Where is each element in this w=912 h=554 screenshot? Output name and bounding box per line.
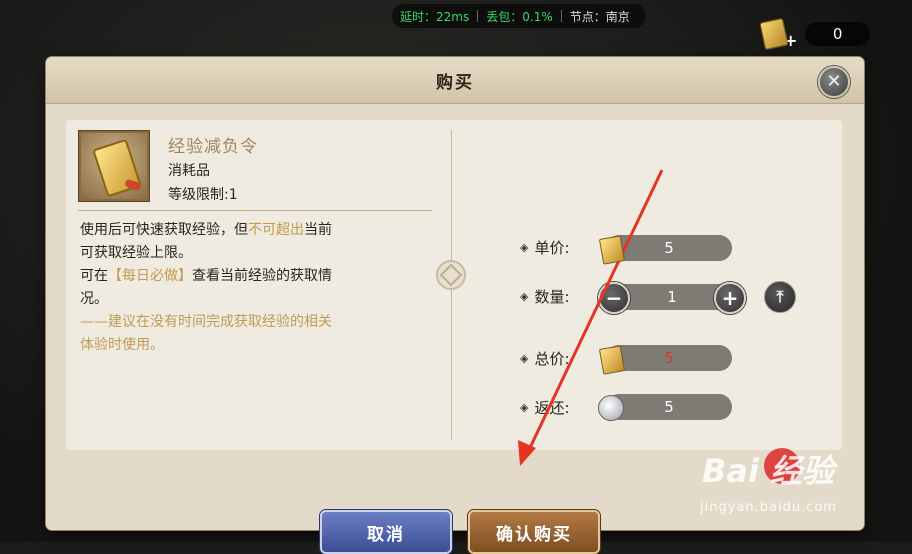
node-value: 南京 xyxy=(605,9,630,24)
baidu-watermark: Bai 经验 jingyan.baidu.com xyxy=(700,446,870,526)
item-name: 经验减负令 xyxy=(168,137,258,157)
currency-amount: 0 xyxy=(805,22,870,46)
item-description: 使用后可快速获取经验，但不可超出当前 可获取经验上限。 可在【每日必做】查看当前… xyxy=(80,219,434,357)
refund-label: 返还: xyxy=(534,399,570,417)
token-scroll-icon xyxy=(598,345,626,375)
total-price-value: 5 xyxy=(606,345,732,371)
refund-row: ◈ 返还: xyxy=(520,397,604,418)
token-scroll-icon xyxy=(759,17,789,51)
loss-label: 丢包： xyxy=(486,9,523,24)
network-status-bar: 延时：22ms 丢包：0.1% 节点：南京 xyxy=(392,4,646,28)
desc-line: 使用后可快速获取经验，但不可超出当前 xyxy=(80,219,434,242)
desc-line: 况。 xyxy=(80,291,108,307)
packet-loss-indicator: 丢包：0.1% xyxy=(478,8,561,25)
close-icon: ✕ xyxy=(826,71,842,92)
bullet-icon: ◈ xyxy=(520,241,529,254)
level-value: 1 xyxy=(228,187,238,203)
desc-line: 可在【每日必做】查看当前经验的获取情 xyxy=(80,265,434,288)
item-icon-frame xyxy=(78,130,150,202)
item-divider xyxy=(78,210,432,211)
ornament-icon xyxy=(436,260,466,290)
desc-line: 可获取经验上限。 xyxy=(80,245,192,261)
max-quantity-button[interactable]: ⤒ xyxy=(764,281,796,313)
currency-balance[interactable]: + 0 xyxy=(759,17,870,51)
latency-label: 延时： xyxy=(400,9,437,24)
confirm-purchase-button[interactable]: 确认购买 xyxy=(468,510,600,554)
desc-tip-line: 体验时使用。 xyxy=(80,337,164,353)
cancel-button[interactable]: 取消 xyxy=(320,510,452,554)
item-type: 消耗品 xyxy=(168,163,210,179)
unit-price-value: 5 xyxy=(606,235,732,261)
unit-price-label: 单价: xyxy=(534,239,570,257)
refund-value: 5 xyxy=(606,394,732,420)
desc-text: 查看当前经验的获取情 xyxy=(192,268,332,284)
watermark-main: Bai 经验 xyxy=(702,452,835,490)
token-scroll-icon xyxy=(598,235,626,265)
node-label: 节点： xyxy=(569,9,606,24)
level-label: 等级限制: xyxy=(168,187,229,203)
daily-task-link: 【每日必做】 xyxy=(108,268,192,284)
increase-quantity-button[interactable]: + xyxy=(714,282,746,314)
desc-highlight: 不可超出 xyxy=(248,222,304,238)
total-price-row: ◈ 总价: xyxy=(520,348,604,369)
quantity-label: 数量: xyxy=(534,288,570,306)
desc-text: 当前 xyxy=(304,222,332,238)
watermark-url: jingyan.baidu.com xyxy=(700,500,837,515)
latency-indicator: 延时：22ms xyxy=(392,8,477,25)
latency-value: 22ms xyxy=(436,9,470,24)
item-level-limit: 等级限制:1 xyxy=(168,184,238,204)
dialog-header: 购买 ✕ xyxy=(46,57,864,104)
quantity-row: ◈ 数量: xyxy=(520,286,604,307)
unit-price-row: ◈ 单价: xyxy=(520,237,604,258)
item-panel: 经验减负令 消耗品 等级限制:1 使用后可快速获取经验，但不可超出当前 可获取经… xyxy=(66,120,842,450)
decrease-quantity-button[interactable]: − xyxy=(598,282,630,314)
desc-text: 使用后可快速获取经验，但 xyxy=(80,222,248,238)
bullet-icon: ◈ xyxy=(520,352,529,365)
close-button[interactable]: ✕ xyxy=(818,66,850,98)
desc-text: 可在 xyxy=(80,268,108,284)
silver-coin-icon xyxy=(598,395,624,421)
loss-value: 0.1% xyxy=(522,9,553,24)
dialog-title: 购买 xyxy=(436,72,474,93)
server-node-indicator: 节点：南京 xyxy=(562,8,638,25)
item-token-icon xyxy=(81,133,147,199)
bullet-icon: ◈ xyxy=(520,401,529,414)
total-price-label: 总价: xyxy=(534,350,570,368)
bullet-icon: ◈ xyxy=(520,290,529,303)
desc-tip-line: ——建议在没有时间完成获取经验的相关 xyxy=(80,314,332,330)
